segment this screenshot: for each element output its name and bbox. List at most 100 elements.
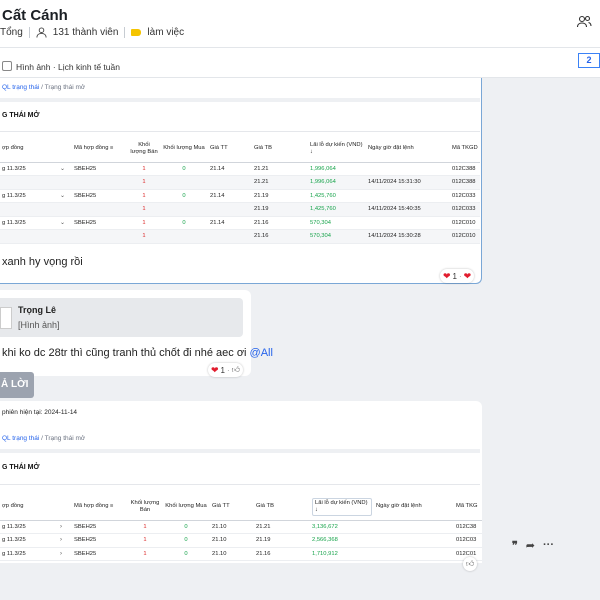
expand-chevron-icon[interactable]: › [58,520,72,534]
table-cell: 3,136,672 [310,520,374,534]
menu-icon[interactable]: ≡ [110,503,113,509]
table-cell [0,229,58,244]
table-cell: 21.14 [208,216,252,230]
table-cell: 012C03 [454,533,482,548]
table-cell: SBEH25 [72,189,128,203]
table-cell [208,202,252,217]
reply-button[interactable]: Ả LỜI [0,372,34,398]
table-cell [72,202,128,217]
divider [0,131,480,132]
table-row[interactable]: 1 21.21 1,996,064 14/11/2024 15:31:30 012C38… [0,175,480,190]
breadcrumb: QL trạng thái / Trạng thái mở [2,435,86,442]
table-cell: 1,425,760 [308,202,366,217]
col-header: ợp đồng [0,136,58,163]
reaction-bar[interactable]: ❤ 1 · ❤ [440,269,475,283]
reaction-bar[interactable]: ❤ 1 · 👍︎ [208,363,244,377]
table-cell: 012C388 [450,162,480,176]
table-cell: g 11.3/25 [0,189,58,203]
sort-arrow-icon[interactable]: ↓ [315,507,318,513]
divider [0,484,480,485]
member-count[interactable]: 131 thành viên [53,27,119,38]
table-header: ợp đồng Mã hợp đồng ≡ Khối lượng Bán Khố… [0,494,482,521]
expand-chevron-icon[interactable]: ⌄ [58,189,72,203]
forward-icon[interactable]: ➦ [526,539,535,552]
col-header: Ngày giờ đặt lệnh [374,494,454,521]
expand-chevron-icon[interactable] [58,175,72,190]
quoted-message[interactable]: Trọng Lê [Hình ảnh] [0,298,243,337]
mention[interactable]: @All [250,347,273,359]
table-row[interactable]: 1 21.16 570,304 14/11/2024 15:30:28 012C010 [0,229,480,244]
table-cell: 21.16 [254,547,310,561]
table-cell [160,202,208,217]
expand-chevron-icon[interactable]: ⌄ [58,216,72,230]
expand-chevron-icon[interactable]: ⌄ [58,162,72,176]
expand-chevron-icon[interactable] [58,202,72,217]
heart-icon[interactable]: ❤ [464,271,472,282]
table-cell: 0 [162,547,210,561]
table-cell: 21.19 [252,189,308,203]
pinned-count-badge[interactable]: 2 [578,53,600,68]
table-cell: 1 [128,229,160,244]
quote-icon[interactable]: ❞ [512,539,518,552]
table-cell: 0 [160,162,208,176]
sort-arrow-icon[interactable]: ↓ [310,149,313,155]
table-cell: 21.14 [208,162,252,176]
table-cell: 1 [128,533,162,548]
table-cell: 14/11/2024 15:30:28 [366,229,450,244]
table-row[interactable]: 1 21.19 1,425,760 14/11/2024 15:40:35 012C03… [0,202,480,217]
table-cell: 0 [162,533,210,548]
thumbs-up-icon[interactable]: 👍︎ [463,557,477,571]
table-cell: SBEH25 [72,533,128,548]
table-cell [160,175,208,190]
table-cell [366,216,450,230]
table-cell: 21.10 [210,520,254,534]
col-header: Giá TT [208,136,252,163]
col-header: Ngày giờ đặt lệnh [366,136,450,163]
table-cell: g 11.3/25 [0,162,58,176]
table-header: ợp đồng Mã hợp đồng ≡ Khối lượng Bán Khố… [0,136,480,163]
table-row[interactable]: g 11.3/25 ⌄ SBEH25 1 0 21.14 21.21 1,996,064 012… [0,162,480,176]
table-cell: 14/11/2024 15:31:30 [366,175,450,190]
menu-icon[interactable]: ≡ [110,145,113,151]
chat-meta: Tổng 131 thành viên làm việc [0,27,184,38]
table-row[interactable]: g 11.3/25 › SBEH25 1 0 21.10 21.19 2,566,368 012… [0,533,482,548]
message-text: xanh hy vọng rồi [2,256,83,268]
table-cell: 1 [128,216,160,230]
more-icon[interactable]: ··· [543,539,554,551]
table-cell: 1 [128,520,162,534]
quote-content: [Hình ảnh] [18,320,60,330]
breadcrumb-link[interactable]: QL trạng thái [2,435,39,442]
expand-chevron-icon[interactable]: › [58,533,72,548]
breadcrumb-link[interactable]: QL trạng thái [2,84,39,91]
col-header: Khối lượng Mua [162,494,210,521]
table-cell: 0 [160,189,208,203]
thumbs-up-icon[interactable]: 👍︎ [232,365,240,375]
table-cell: 1 [128,162,160,176]
expand-chevron-icon[interactable] [58,229,72,244]
chat-title[interactable]: Cất Cánh [2,7,68,24]
table-row[interactable]: g 11.3/25 › SBEH25 1 0 21.10 21.16 1,710,912 012… [0,547,482,561]
table-cell [0,175,58,190]
pinned-message-bar[interactable]: Hình ảnh · Lịch kinh tế tuần [0,48,600,78]
table-cell [374,547,454,561]
table-cell: 21.14 [208,189,252,203]
section-title: G THÁI MỞ [2,464,40,471]
table-cell: 1,425,760 [308,189,366,203]
table-cell [374,520,454,534]
table-cell: 21.21 [254,520,310,534]
table-row[interactable]: g 11.3/25 › SBEH25 1 0 21.10 21.21 3,136,672 012… [0,520,482,534]
table-cell: 21.19 [252,202,308,217]
table-cell: 1,996,064 [308,162,366,176]
table-cell [72,175,128,190]
table-cell: 0 [162,520,210,534]
message-actions: ❞ ➦ ··· [490,536,600,554]
table-row[interactable]: g 11.3/25 ⌄ SBEH25 1 0 21.14 21.19 1,425,760 012… [0,189,480,203]
expand-chevron-icon[interactable]: › [58,547,72,561]
table-row[interactable]: g 11.3/25 ⌄ SBEH25 1 0 21.14 21.16 570,304 012C0… [0,216,480,230]
label-tag[interactable]: làm việc [147,27,184,38]
col-header: Mã hợp đồng ≡ [72,136,128,163]
image-thumbnail [0,307,12,329]
reaction-count: 1 [452,271,457,281]
heart-icon: ❤ [443,270,451,281]
add-member-icon[interactable] [576,14,592,30]
